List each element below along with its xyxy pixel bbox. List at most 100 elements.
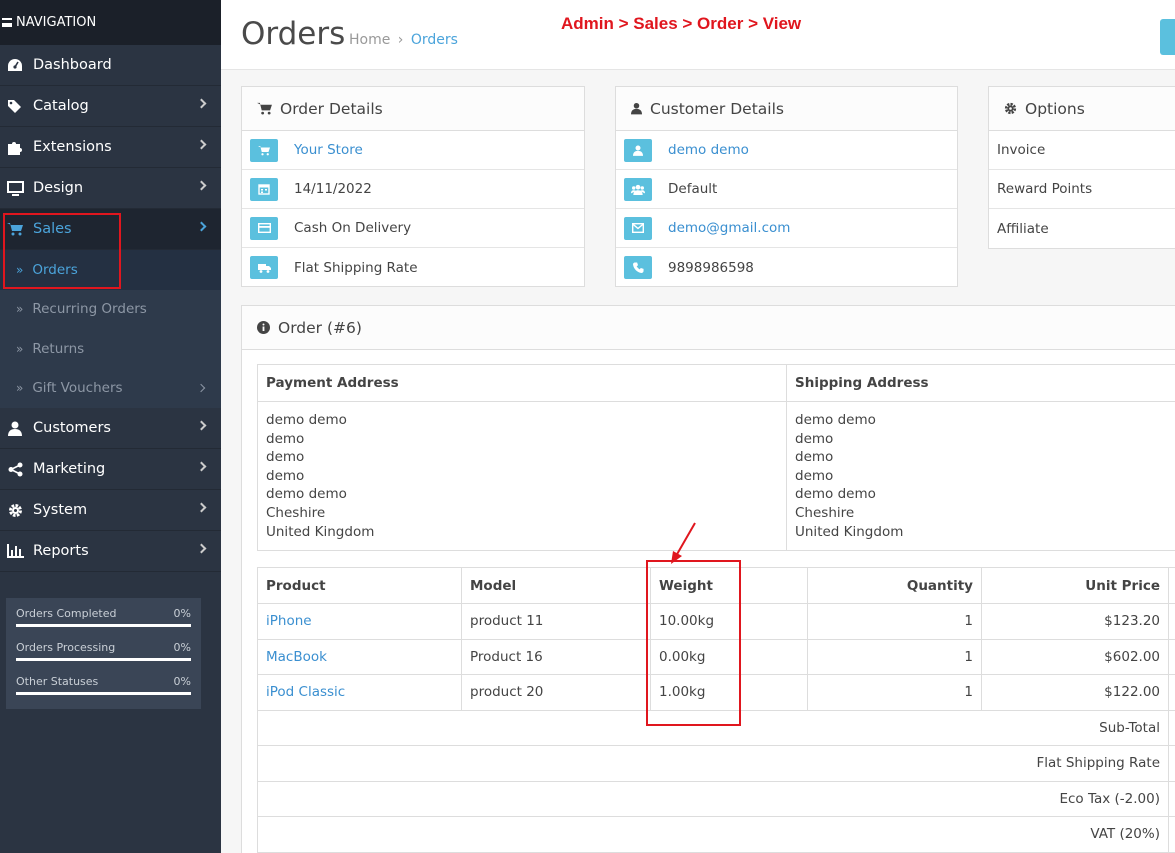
customer-name-link[interactable]: demo demo — [668, 142, 749, 158]
header-action-button[interactable] — [1160, 19, 1175, 55]
product-model: Product 16 — [461, 638, 651, 675]
customer-group: Default — [668, 181, 718, 197]
total-value — [1168, 816, 1175, 853]
chevron-right-icon — [196, 502, 207, 513]
nav-header-label: NAVIGATION — [16, 15, 97, 30]
address-line: demo — [266, 467, 305, 484]
monitor-icon — [6, 179, 24, 197]
double-chevron-icon: » — [16, 302, 24, 317]
double-chevron-icon: » — [16, 341, 24, 356]
breadcrumb-orders[interactable]: Orders — [411, 32, 458, 48]
shipping-address: demo demo demo demo demo demo demo Chesh… — [786, 400, 1175, 552]
stat-other-statuses: Other Statuses 0% — [16, 675, 191, 695]
breadcrumb-separator: › — [397, 32, 404, 48]
bar-chart-icon — [6, 542, 24, 560]
shipping-method: Flat Shipping Rate — [294, 259, 418, 276]
address-line: demo — [795, 467, 834, 484]
tags-icon — [6, 97, 24, 115]
sidebar-subitem-gift-vouchers[interactable]: » Gift Vouchers — [0, 368, 221, 408]
product-quantity: 1 — [807, 674, 982, 711]
payment-row: Cash On Delivery — [242, 209, 584, 248]
panel-heading: Customer Details — [616, 87, 957, 131]
sidebar-item-extensions[interactable]: Extensions — [0, 127, 221, 168]
sidebar-item-catalog[interactable]: Catalog — [0, 86, 221, 127]
sidebar-item-sales[interactable]: Sales — [0, 209, 221, 250]
sidebar-subitem-label: Recurring Orders — [32, 301, 147, 318]
table-row: iPod Classic product 20 1.00kg 1 $122.00 — [257, 674, 1175, 711]
shipping-address-header: Shipping Address — [786, 364, 1175, 402]
total-label-sub-total: Sub-Total — [257, 709, 1169, 746]
product-link[interactable]: iPhone — [266, 613, 312, 629]
sidebar-item-dashboard[interactable]: Dashboard — [0, 45, 221, 86]
total-label-vat: VAT (20%) — [257, 816, 1169, 853]
panel-title: Options — [1025, 99, 1085, 118]
column-header-weight: Weight — [650, 567, 808, 604]
product-model: product 20 — [461, 674, 651, 711]
customer-email-link[interactable]: demo@gmail.com — [668, 220, 790, 236]
address-line: demo — [795, 449, 834, 466]
product-quantity: 1 — [807, 638, 982, 675]
address-line: Cheshire — [795, 504, 855, 521]
calendar-button[interactable] — [250, 177, 278, 201]
sidebar-item-system[interactable]: System — [0, 490, 221, 531]
sidebar-item-reports[interactable]: Reports — [0, 531, 221, 572]
envelope-button[interactable] — [624, 216, 652, 240]
sidebar-subitem-returns[interactable]: » Returns — [0, 329, 221, 369]
chevron-right-icon — [196, 383, 206, 392]
column-header-product: Product — [257, 567, 462, 604]
hamburger-icon[interactable] — [2, 18, 12, 27]
option-label: Affiliate — [997, 220, 1049, 237]
breadcrumb-home[interactable]: Home — [349, 32, 390, 48]
totals-row: VAT (20%) — [257, 816, 1175, 853]
double-chevron-icon: » — [16, 381, 24, 396]
customer-group-row: Default — [616, 170, 957, 209]
table-header-row: Product Model Weight Quantity Unit Price — [257, 567, 1175, 604]
product-unit-price: $602.00 — [981, 638, 1169, 675]
store-link[interactable]: Your Store — [294, 142, 363, 158]
cart-icon — [257, 102, 272, 115]
sidebar-item-label: System — [33, 502, 88, 518]
sidebar-subitem-label: Returns — [32, 340, 85, 357]
address-line: United Kingdom — [795, 523, 904, 540]
chevron-right-icon — [196, 543, 207, 554]
customer-row: demo demo — [616, 131, 957, 170]
sidebar-subitem-orders[interactable]: » Orders — [0, 250, 221, 290]
shipping-row: Flat Shipping Rate — [242, 248, 584, 287]
product-total — [1168, 638, 1175, 675]
truck-button[interactable] — [250, 256, 278, 279]
option-invoice: Invoice — [989, 131, 1175, 170]
stat-orders-processing: Orders Processing 0% — [16, 641, 191, 661]
phone-button[interactable] — [624, 256, 652, 279]
products-table: Product Model Weight Quantity Unit Price… — [257, 567, 1175, 853]
sidebar-item-customers[interactable]: Customers — [0, 408, 221, 449]
users-group-button[interactable] — [624, 177, 652, 201]
totals-row: Eco Tax (-2.00) — [257, 780, 1175, 817]
product-link[interactable]: MacBook — [266, 649, 327, 665]
column-header-quantity: Quantity — [807, 567, 982, 604]
user-button[interactable] — [624, 138, 652, 162]
sidebar-item-design[interactable]: Design — [0, 168, 221, 209]
address-line: Cheshire — [266, 504, 326, 521]
payment-address: demo demo demo demo demo demo demo Chesh… — [257, 400, 787, 552]
customer-phone: 9898986598 — [668, 259, 754, 276]
sidebar-item-label: Dashboard — [33, 57, 112, 73]
credit-card-button[interactable] — [250, 216, 278, 240]
date-row: 14/11/2022 — [242, 170, 584, 209]
customer-details-panel: Customer Details demo demo Default demo@… — [615, 86, 958, 287]
stat-label: Orders Completed — [16, 607, 117, 620]
product-weight: 0.00kg — [650, 638, 808, 675]
total-value — [1168, 709, 1175, 746]
sidebar-subitem-recurring-orders[interactable]: » Recurring Orders — [0, 289, 221, 329]
panel-heading: Order (#6) — [242, 306, 1175, 350]
product-link[interactable]: iPod Classic — [266, 684, 345, 700]
nav-header[interactable]: NAVIGATION — [0, 0, 221, 45]
payment-address-header: Payment Address — [257, 364, 787, 402]
store-button[interactable] — [250, 138, 278, 162]
stat-value: 0% — [173, 675, 191, 688]
gear-icon — [6, 501, 24, 519]
totals-row: Sub-Total — [257, 709, 1175, 746]
address-line: demo demo — [795, 412, 876, 428]
chevron-right-icon — [196, 139, 207, 150]
table-row: iPhone product 11 10.00kg 1 $123.20 — [257, 603, 1175, 640]
sidebar-item-marketing[interactable]: Marketing — [0, 449, 221, 490]
